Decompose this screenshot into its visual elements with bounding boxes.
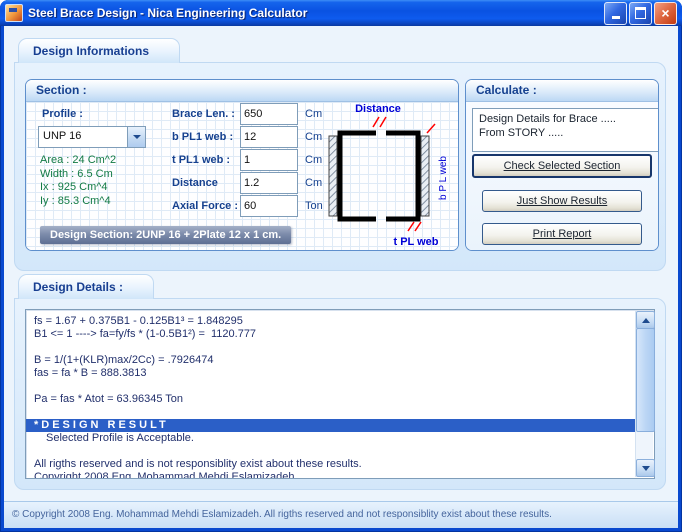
scroll-down-button[interactable] bbox=[636, 459, 655, 477]
details-line: Selected Profile is Acceptable. bbox=[34, 432, 629, 445]
section-properties: Area : 24 Cm^2 Width : 6.5 Cm Ix : 925 C… bbox=[40, 154, 116, 208]
scroll-thumb[interactable] bbox=[636, 328, 655, 432]
minimize-icon bbox=[612, 16, 620, 19]
property-ix: Ix : 925 Cm^4 bbox=[40, 181, 116, 195]
calc-info-line-1: Design Details for Brace ..... bbox=[479, 112, 659, 126]
section-header: Section : bbox=[26, 80, 458, 102]
calc-info-box: Design Details for Brace ..... From STOR… bbox=[472, 108, 659, 152]
field-label: b PL1 web : bbox=[172, 131, 240, 143]
distance-dim-marks bbox=[373, 117, 386, 127]
print-report-button[interactable]: Print Report bbox=[482, 223, 642, 245]
details-line: B = 1/(1+(KLR)max/2Cc) = .7926474 bbox=[34, 354, 629, 367]
t-pl-web-label: t PL web bbox=[393, 236, 438, 248]
property-area: Area : 24 Cm^2 bbox=[40, 154, 116, 168]
details-line: All rigths reserved and is not responsib… bbox=[34, 458, 629, 471]
details-line bbox=[34, 406, 629, 419]
profile-dropdown-value: UNP 16 bbox=[39, 127, 127, 147]
design-informations-tab: Design Informations bbox=[18, 38, 180, 63]
design-details-tab: Design Details : bbox=[18, 274, 154, 299]
calculate-groupbox: Calculate : Design Details for Brace ...… bbox=[465, 79, 659, 251]
just-show-results-button[interactable]: Just Show Results bbox=[482, 190, 642, 212]
section-body: Profile : UNP 16 Area : 24 Cm^2 Width : … bbox=[26, 102, 458, 250]
details-line: Pa = fas * Atot = 63.96345 Ton bbox=[34, 393, 629, 406]
field-row-axial-force: Axial Force : Ton bbox=[172, 196, 323, 216]
check-selected-section-button[interactable]: Check Selected Section bbox=[472, 154, 652, 178]
calculate-header: Calculate : bbox=[466, 80, 658, 102]
property-iy: Iy : 85.3 Cm^4 bbox=[40, 195, 116, 209]
axial-force-input[interactable] bbox=[240, 195, 298, 217]
calc-info-line-2: From STORY ..... bbox=[479, 126, 659, 140]
details-line bbox=[34, 380, 629, 393]
t-pl1-web-input[interactable] bbox=[240, 149, 298, 171]
app-window: Steel Brace Design - Nica Engineering Ca… bbox=[0, 0, 682, 532]
arrow-down-icon bbox=[642, 466, 650, 471]
details-content: fs = 1.67 + 0.375B1 - 0.125B1³ = 1.84829… bbox=[26, 310, 637, 478]
app-icon bbox=[5, 4, 23, 22]
maximize-icon bbox=[635, 7, 646, 19]
section-groupbox: Section : Profile : UNP 16 Area : 24 Cm^… bbox=[25, 79, 459, 251]
property-width: Width : 6.5 Cm bbox=[40, 168, 116, 182]
t-pl-web-dim-marks bbox=[408, 222, 421, 231]
minimize-button[interactable] bbox=[604, 2, 627, 25]
field-row-t-pl1-web: t PL1 web : Cm bbox=[172, 150, 323, 170]
b-pl-web-label: b P L web bbox=[438, 156, 449, 200]
profile-label: Profile : bbox=[42, 108, 83, 120]
brace-len-input[interactable] bbox=[240, 103, 298, 125]
design-result-line: *DESIGN RESULT bbox=[26, 419, 637, 432]
footer-text: © Copyright 2008 Eng. Mohammad Mehdi Esl… bbox=[12, 509, 552, 520]
left-plate bbox=[329, 136, 337, 216]
scroll-up-button[interactable] bbox=[636, 311, 655, 329]
field-row-distance: Distance Cm bbox=[172, 173, 323, 193]
b-pl-web-dim-marks bbox=[427, 124, 435, 133]
b-pl1-web-input[interactable] bbox=[240, 126, 298, 148]
input-fields: Brace Len. : Cm b PL1 web : Cm t PL1 web… bbox=[172, 104, 323, 219]
titlebar[interactable]: Steel Brace Design - Nica Engineering Ca… bbox=[0, 0, 682, 26]
details-textbox[interactable]: fs = 1.67 + 0.375B1 - 0.125B1³ = 1.84829… bbox=[25, 309, 655, 479]
details-line: Copyright 2008 Eng. Mohammad Mehdi Eslam… bbox=[34, 471, 629, 478]
field-label: Brace Len. : bbox=[172, 108, 240, 120]
design-informations-panel: Section : Profile : UNP 16 Area : 24 Cm^… bbox=[14, 62, 666, 271]
dropdown-arrow-button[interactable] bbox=[127, 127, 145, 147]
profile-dropdown[interactable]: UNP 16 bbox=[38, 126, 146, 148]
design-section-bar: Design Section: 2UNP 16 + 2Plate 12 x 1 … bbox=[40, 226, 291, 244]
field-label: t PL1 web : bbox=[172, 154, 240, 166]
arrow-up-icon bbox=[642, 318, 650, 323]
close-icon: × bbox=[661, 6, 669, 20]
details-line: fas = fa * B = 888.3813 bbox=[34, 367, 629, 380]
details-line bbox=[34, 341, 629, 354]
unp-channels bbox=[340, 133, 418, 219]
distance-input[interactable] bbox=[240, 172, 298, 194]
details-line: fs = 1.67 + 0.375B1 - 0.125B1³ = 1.84829… bbox=[34, 315, 629, 328]
field-row-brace-len: Brace Len. : Cm bbox=[172, 104, 323, 124]
window-title: Steel Brace Design - Nica Engineering Ca… bbox=[28, 6, 599, 20]
field-row-b-pl1-web: b PL1 web : Cm bbox=[172, 127, 323, 147]
calculate-body: Design Details for Brace ..... From STOR… bbox=[466, 102, 658, 250]
details-line bbox=[34, 445, 629, 458]
chevron-down-icon bbox=[133, 135, 141, 139]
close-button[interactable]: × bbox=[654, 2, 677, 25]
right-plate bbox=[421, 136, 429, 216]
design-details-panel: fs = 1.67 + 0.375B1 - 0.125B1³ = 1.84829… bbox=[14, 298, 666, 490]
field-label: Distance bbox=[172, 177, 240, 189]
client-area: Design Informations Section : Profile : … bbox=[4, 26, 678, 528]
distance-label: Distance bbox=[355, 103, 401, 115]
section-diagram: Distance bbox=[312, 102, 454, 250]
status-footer: © Copyright 2008 Eng. Mohammad Mehdi Esl… bbox=[4, 501, 678, 528]
scrollbar-track[interactable] bbox=[635, 311, 653, 477]
details-line: B1 <= 1 ----> fa=fy/fs * (1-0.5B1²) = 11… bbox=[34, 328, 629, 341]
maximize-button[interactable] bbox=[629, 2, 652, 25]
field-label: Axial Force : bbox=[172, 200, 240, 212]
